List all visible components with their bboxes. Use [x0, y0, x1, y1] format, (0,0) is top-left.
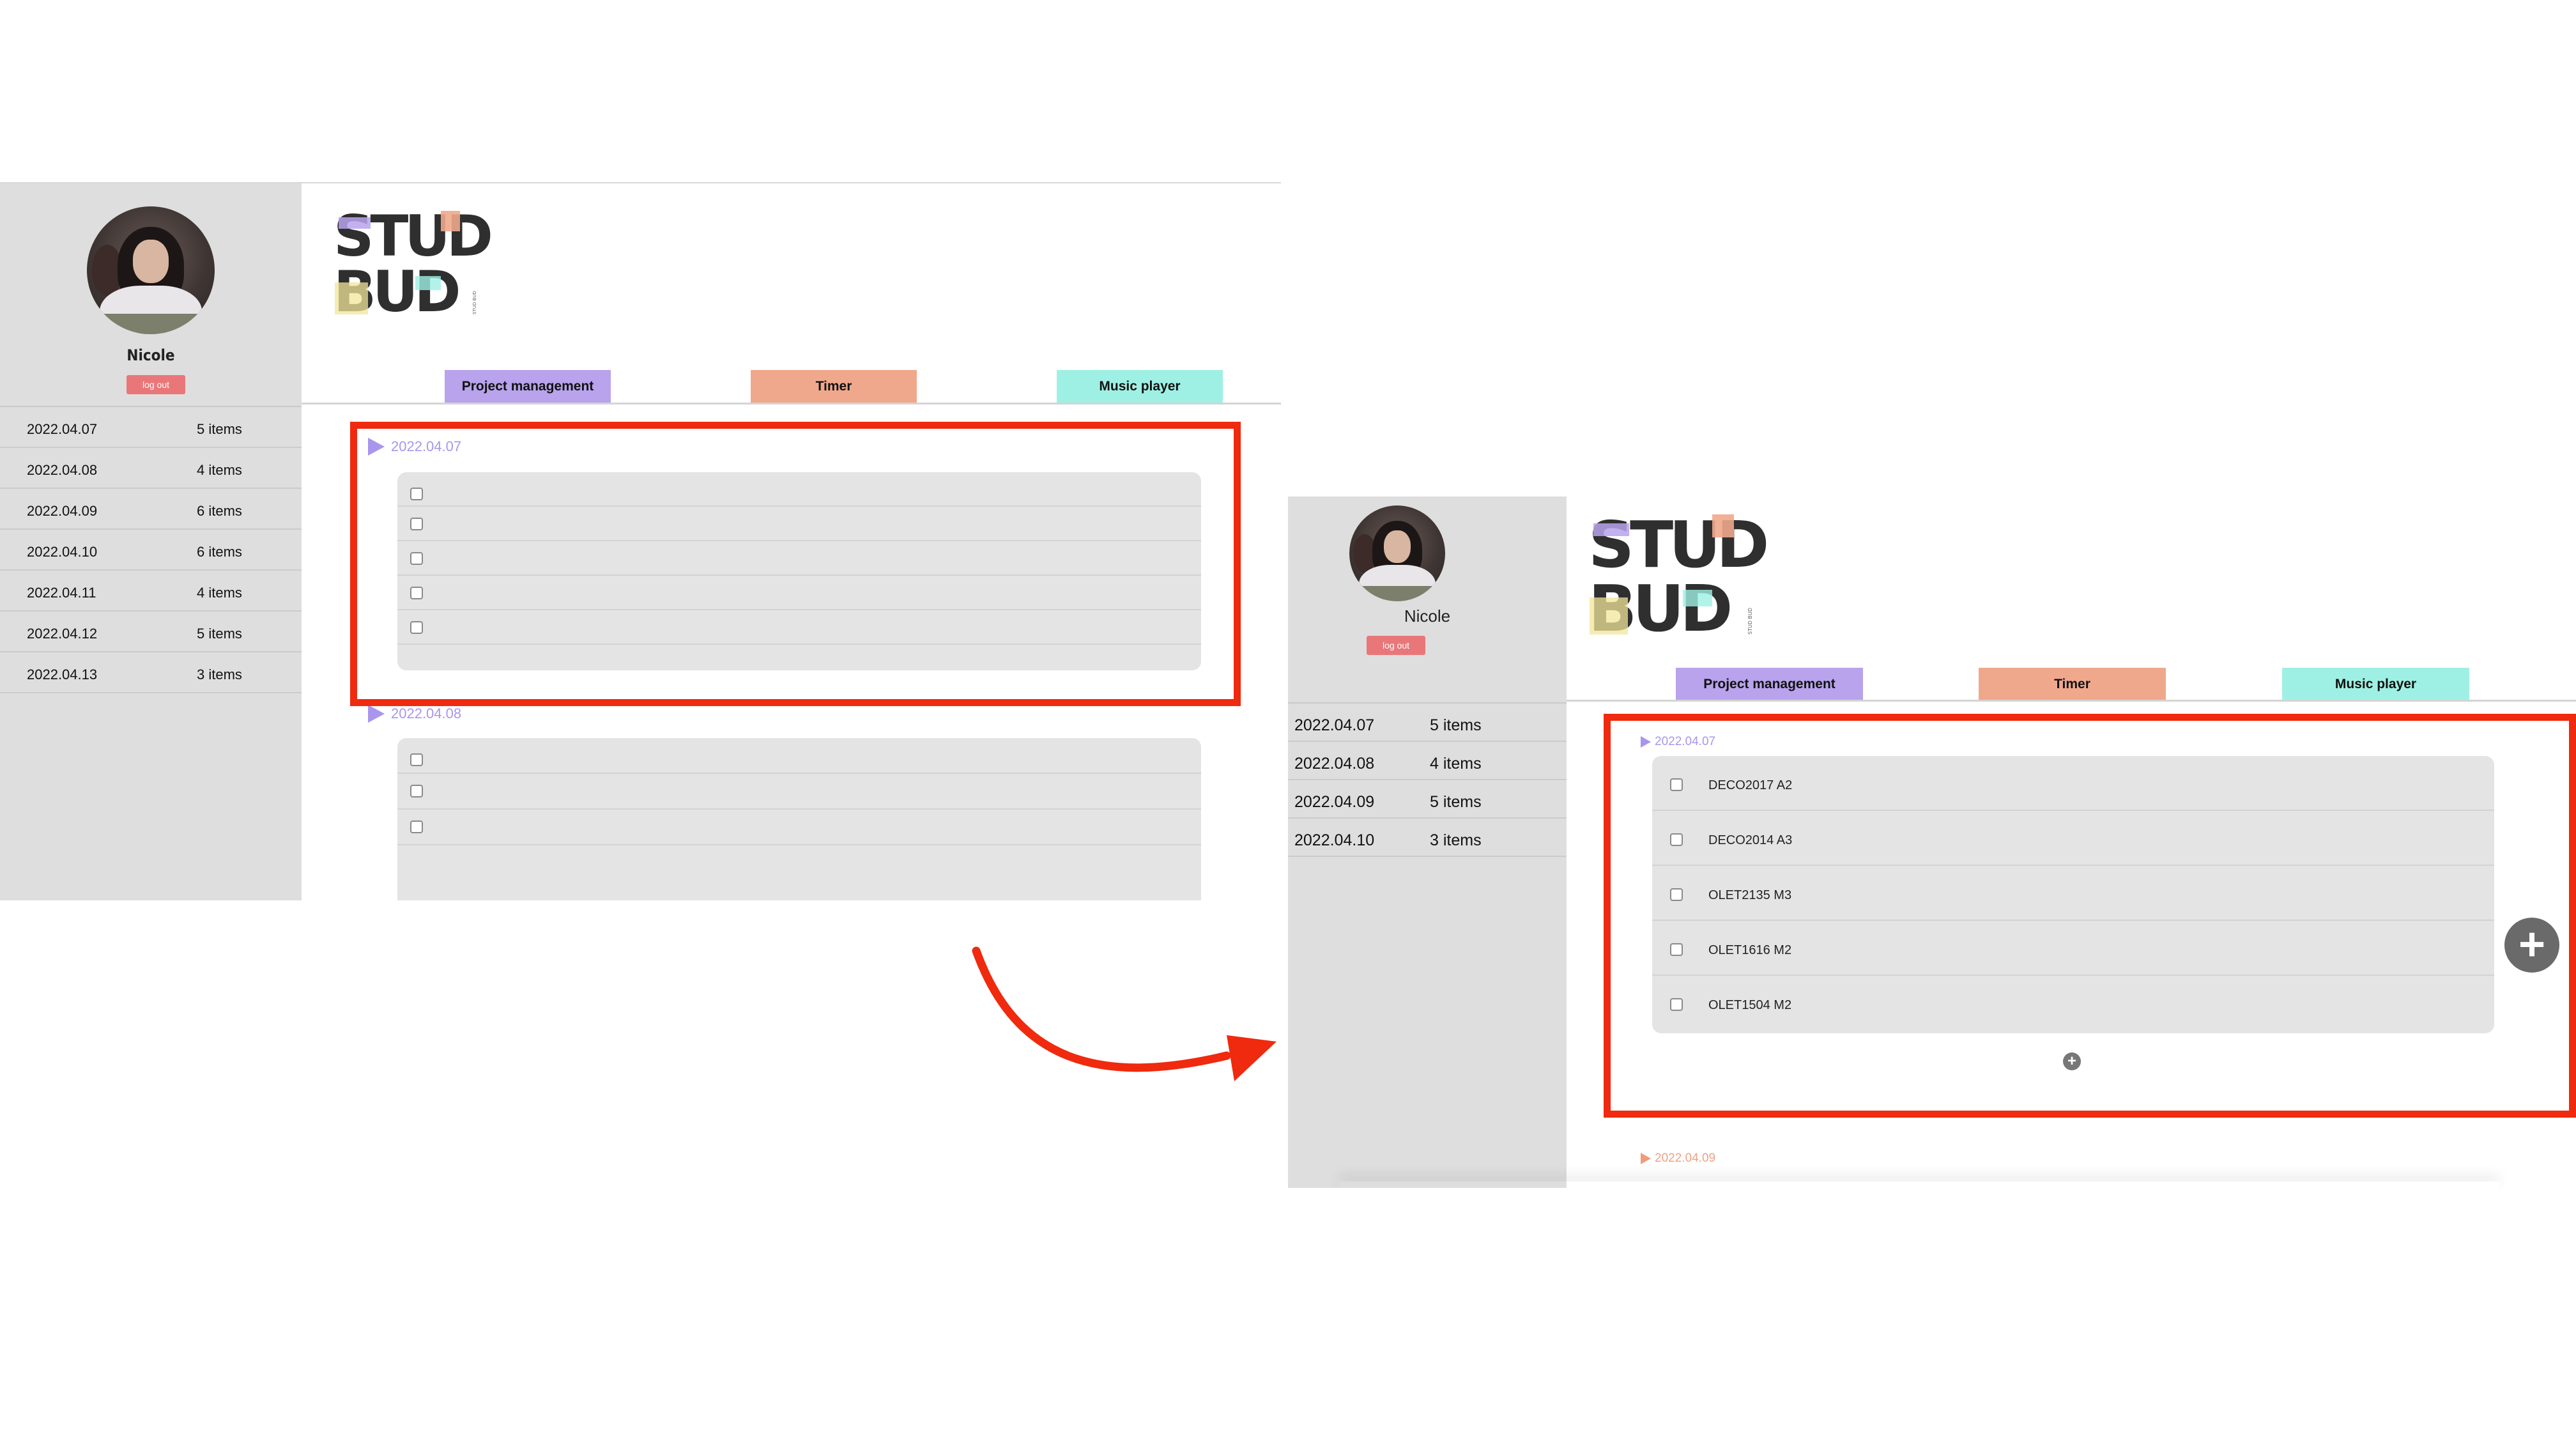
date-list-item[interactable]: 2022.04.09 5 items: [1288, 780, 1567, 819]
tab-project-management[interactable]: Project management: [1676, 668, 1863, 701]
date-list-item[interactable]: 2022.04.07 5 items: [1288, 704, 1567, 742]
highlight-box: [350, 422, 1241, 706]
date-list-item[interactable]: 2022.04.12 5 items: [0, 612, 302, 652]
triangle-right-icon[interactable]: [1641, 1153, 1651, 1164]
tab-project-management[interactable]: Project management: [445, 370, 611, 403]
bottom-shadow: [1339, 1182, 2499, 1188]
task-row[interactable]: [397, 774, 1201, 810]
studbud-logo: STUD BUD STUD BUD: [1588, 509, 1770, 637]
task-row[interactable]: [397, 810, 1201, 845]
checkbox-icon[interactable]: [410, 753, 423, 766]
checkbox-icon[interactable]: [410, 785, 423, 797]
tabs-divider: [302, 403, 1281, 404]
avatar[interactable]: [87, 206, 215, 334]
date-list-item[interactable]: 2022.04.07 5 items: [0, 407, 302, 448]
group-header[interactable]: 2022.04.09: [1641, 1151, 1715, 1166]
logout-button[interactable]: log out: [126, 375, 185, 394]
sidebar: Nicole log out 2022.04.07 5 items 2022.04…: [0, 183, 302, 900]
tab-timer[interactable]: Timer: [751, 370, 917, 403]
svg-text:STUD BUD: STUD BUD: [1747, 608, 1753, 635]
username: Nicole: [126, 346, 175, 364]
tab-timer[interactable]: Timer: [1979, 668, 2166, 701]
avatar[interactable]: [1349, 505, 1445, 601]
sidebar: Nicole log out 2022.04.07 5 items 2022.04…: [1288, 497, 1567, 1188]
task-row[interactable]: [397, 738, 1201, 774]
highlight-box: [1604, 714, 2576, 1118]
date-list: 2022.04.07 5 items 2022.04.08 4 items 2022…: [0, 406, 302, 693]
tab-music-player[interactable]: Music player: [1057, 370, 1223, 403]
date-list: 2022.04.07 5 items 2022.04.08 4 items 2022…: [1288, 702, 1567, 857]
checkbox-icon[interactable]: [410, 820, 423, 833]
date-list-item[interactable]: 2022.04.08 4 items: [1288, 742, 1567, 780]
group-header[interactable]: 2022.04.08: [368, 705, 461, 723]
date-list-item[interactable]: 2022.04.13 3 items: [0, 652, 302, 693]
tabs-divider: [1567, 700, 2576, 702]
tab-music-player[interactable]: Music player: [2282, 668, 2469, 701]
date-list-item[interactable]: 2022.04.11 4 items: [0, 571, 302, 612]
triangle-right-icon[interactable]: [368, 705, 385, 723]
studbud-logo: STUD BUD STUD BUD: [334, 206, 494, 318]
username: Nicole: [1404, 606, 1451, 626]
date-list-item[interactable]: 2022.04.10 3 items: [1288, 819, 1567, 857]
svg-text:STUD BUD: STUD BUD: [472, 291, 477, 314]
logout-button[interactable]: log out: [1367, 636, 1425, 655]
date-list-item[interactable]: 2022.04.09 6 items: [0, 489, 302, 530]
date-list-item[interactable]: 2022.04.08 4 items: [0, 448, 302, 489]
task-list: [397, 738, 1201, 900]
date-list-item[interactable]: 2022.04.10 6 items: [0, 530, 302, 571]
curved-arrow-icon: [972, 946, 1276, 1081]
